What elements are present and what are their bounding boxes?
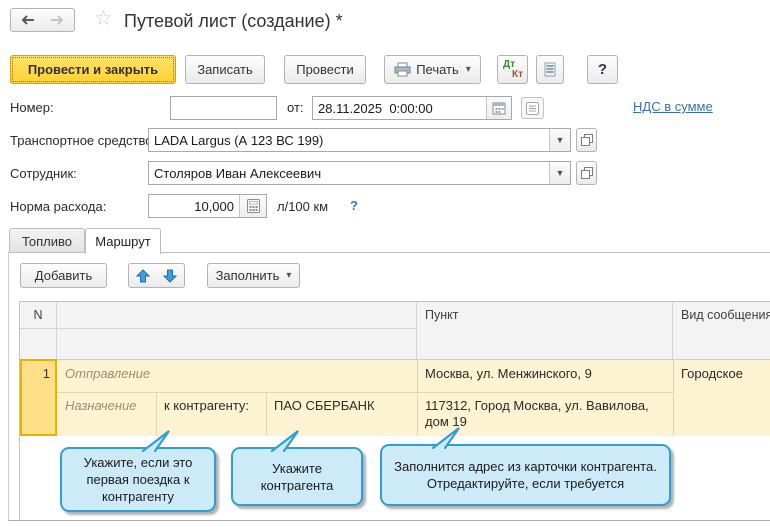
- column-header-point: Пункт: [417, 302, 673, 359]
- message-type-cell[interactable]: Городское: [673, 360, 770, 436]
- print-label: Печать: [416, 62, 459, 77]
- save-button[interactable]: Записать: [185, 55, 265, 84]
- arrow-up-icon: [136, 269, 150, 283]
- vehicle-label: Транспортное средство:: [10, 133, 156, 148]
- hint-counterparty-callout: Укажите контрагента: [231, 447, 363, 506]
- date-from-label: от:: [287, 100, 304, 115]
- stacked-bars-icon: [543, 62, 557, 77]
- employee-open-button[interactable]: [576, 161, 597, 185]
- row-number-cell[interactable]: 1: [20, 359, 57, 436]
- cell-divider: [673, 360, 674, 436]
- callout-tail: [429, 426, 463, 449]
- tab-fuel[interactable]: Топливо: [9, 228, 85, 253]
- document-structure-button[interactable]: [536, 55, 564, 84]
- post-button[interactable]: Провести: [284, 55, 366, 84]
- fuel-rate-input[interactable]: 10,000: [148, 194, 267, 218]
- nav-forward-button[interactable]: [42, 8, 75, 32]
- list-icon: [526, 102, 539, 115]
- favorite-star-icon[interactable]: ☆: [94, 6, 113, 31]
- date-input[interactable]: 28.11.2025 0:00:00: [312, 96, 512, 120]
- back-arrow-icon: [19, 15, 35, 25]
- waybill-window: ☆ Путевой лист (создание) * Провести и з…: [0, 0, 770, 527]
- calendar-icon: [492, 101, 506, 115]
- dtkt-icon: Дт Кт: [498, 56, 527, 83]
- help-button[interactable]: ?: [587, 55, 618, 84]
- departure-point-cell[interactable]: Москва, ул. Менжинского, 9: [417, 360, 673, 392]
- arrow-down-icon: [163, 269, 177, 283]
- calculator-button[interactable]: [239, 195, 266, 217]
- page-title: Путевой лист (создание) *: [124, 11, 343, 32]
- fill-menu-button[interactable]: Заполнить: [207, 263, 300, 288]
- move-row-down-button[interactable]: [156, 263, 185, 288]
- printer-icon: [394, 62, 411, 77]
- move-row-up-button[interactable]: [128, 263, 157, 288]
- column-header-n-sub: [20, 329, 57, 359]
- nav-back-button[interactable]: [10, 8, 43, 32]
- number-input[interactable]: [170, 96, 277, 120]
- row-divider: [57, 392, 673, 393]
- employee-dropdown-button[interactable]: ▼: [549, 162, 570, 184]
- calendar-button[interactable]: [486, 97, 511, 119]
- vehicle-dropdown-button[interactable]: ▼: [549, 129, 570, 151]
- open-link-icon: [581, 134, 593, 146]
- hint-address-callout: Заполнится адрес из карточки контрагента…: [380, 444, 671, 506]
- open-link-icon: [581, 167, 593, 179]
- print-menu-button[interactable]: Печать: [384, 55, 481, 84]
- chevron-down-icon: ▼: [556, 168, 565, 178]
- table-row[interactable]: 1 Отправление Москва, ул. Менжинского, 9…: [20, 360, 770, 436]
- tab-route[interactable]: Маршрут: [85, 228, 161, 254]
- departure-label-cell[interactable]: Отправление: [57, 360, 417, 392]
- fuel-rate-help-icon[interactable]: ?: [350, 198, 358, 213]
- calculator-icon: [247, 199, 260, 213]
- add-row-button[interactable]: Добавить: [20, 263, 107, 288]
- number-label: Номер:: [10, 100, 54, 115]
- employee-combobox[interactable]: Столяров Иван Алексеевич ▼: [148, 161, 571, 185]
- dtkt-button[interactable]: Дт Кт: [497, 55, 528, 84]
- hint-first-trip-callout: Укажите, если это первая поездка к контр…: [60, 447, 216, 512]
- column-header-description: [57, 302, 417, 329]
- callout-tail: [268, 429, 302, 452]
- vehicle-combobox[interactable]: LADA Largus (А 123 ВС 199) ▼: [148, 128, 571, 152]
- column-header-description-sub: [57, 329, 417, 359]
- cell-divider: [266, 392, 267, 436]
- document-list-button[interactable]: [521, 97, 544, 119]
- post-and-close-button[interactable]: Провести и закрыть: [10, 55, 176, 84]
- callout-tail: [139, 429, 173, 452]
- chevron-down-icon: ▼: [556, 135, 565, 145]
- column-header-n: N: [20, 302, 57, 329]
- fuel-rate-label: Норма расхода:: [10, 199, 106, 214]
- employee-label: Сотрудник:: [10, 166, 77, 181]
- forward-arrow-icon: [50, 15, 66, 25]
- cell-divider: [417, 360, 418, 436]
- vat-mode-link[interactable]: НДС в сумме: [633, 99, 713, 114]
- fuel-rate-unit: л/100 км: [277, 199, 328, 214]
- vehicle-open-button[interactable]: [576, 128, 597, 152]
- column-header-message-type: Вид сообщения: [673, 302, 770, 359]
